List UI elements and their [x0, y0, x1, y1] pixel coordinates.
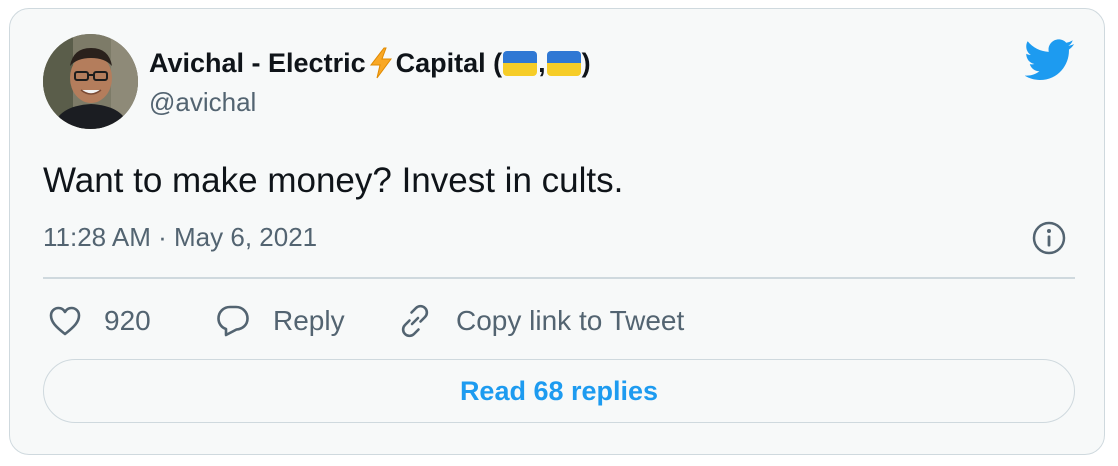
- tweet-timestamp[interactable]: 11:28 AM · May 6, 2021: [43, 222, 317, 253]
- read-replies-button[interactable]: Read 68 replies: [43, 359, 1075, 423]
- author-name-capital[interactable]: Capital (: [396, 48, 503, 79]
- avatar[interactable]: [43, 34, 138, 129]
- copy-link-button[interactable]: Copy link to Tweet: [396, 301, 684, 341]
- info-icon[interactable]: [1030, 219, 1068, 257]
- reply-button[interactable]: Reply: [215, 301, 345, 341]
- link-icon: [401, 304, 429, 338]
- heart-icon: [49, 306, 81, 336]
- author-name-text[interactable]: Avichal - Electric: [149, 48, 366, 79]
- like-count: 920: [104, 305, 151, 336]
- author-name[interactable]: Avichal - Electric Capital ( , ): [149, 44, 591, 82]
- twitter-bird-icon[interactable]: [1025, 39, 1075, 81]
- reply-bubble-icon: [217, 305, 249, 337]
- lightning-bolt-icon: [369, 47, 392, 79]
- divider: [43, 277, 1075, 279]
- reply-label: Reply: [273, 305, 345, 336]
- tweet-card[interactable]: Avichal - Electric Capital ( , ) @avicha…: [9, 8, 1105, 455]
- profile-photo-icon: [43, 34, 138, 129]
- author-handle[interactable]: @avichal: [149, 87, 256, 118]
- like-button[interactable]: 920: [48, 301, 151, 341]
- author-name-comma: ,: [538, 47, 546, 78]
- tweet-text: Want to make money? Invest in cults.: [43, 161, 624, 200]
- copy-link-label: Copy link to Tweet: [456, 305, 685, 336]
- ukraine-flag-icon: [503, 50, 538, 76]
- author-name-close: ): [581, 47, 591, 78]
- ukraine-flag-icon: [546, 50, 581, 76]
